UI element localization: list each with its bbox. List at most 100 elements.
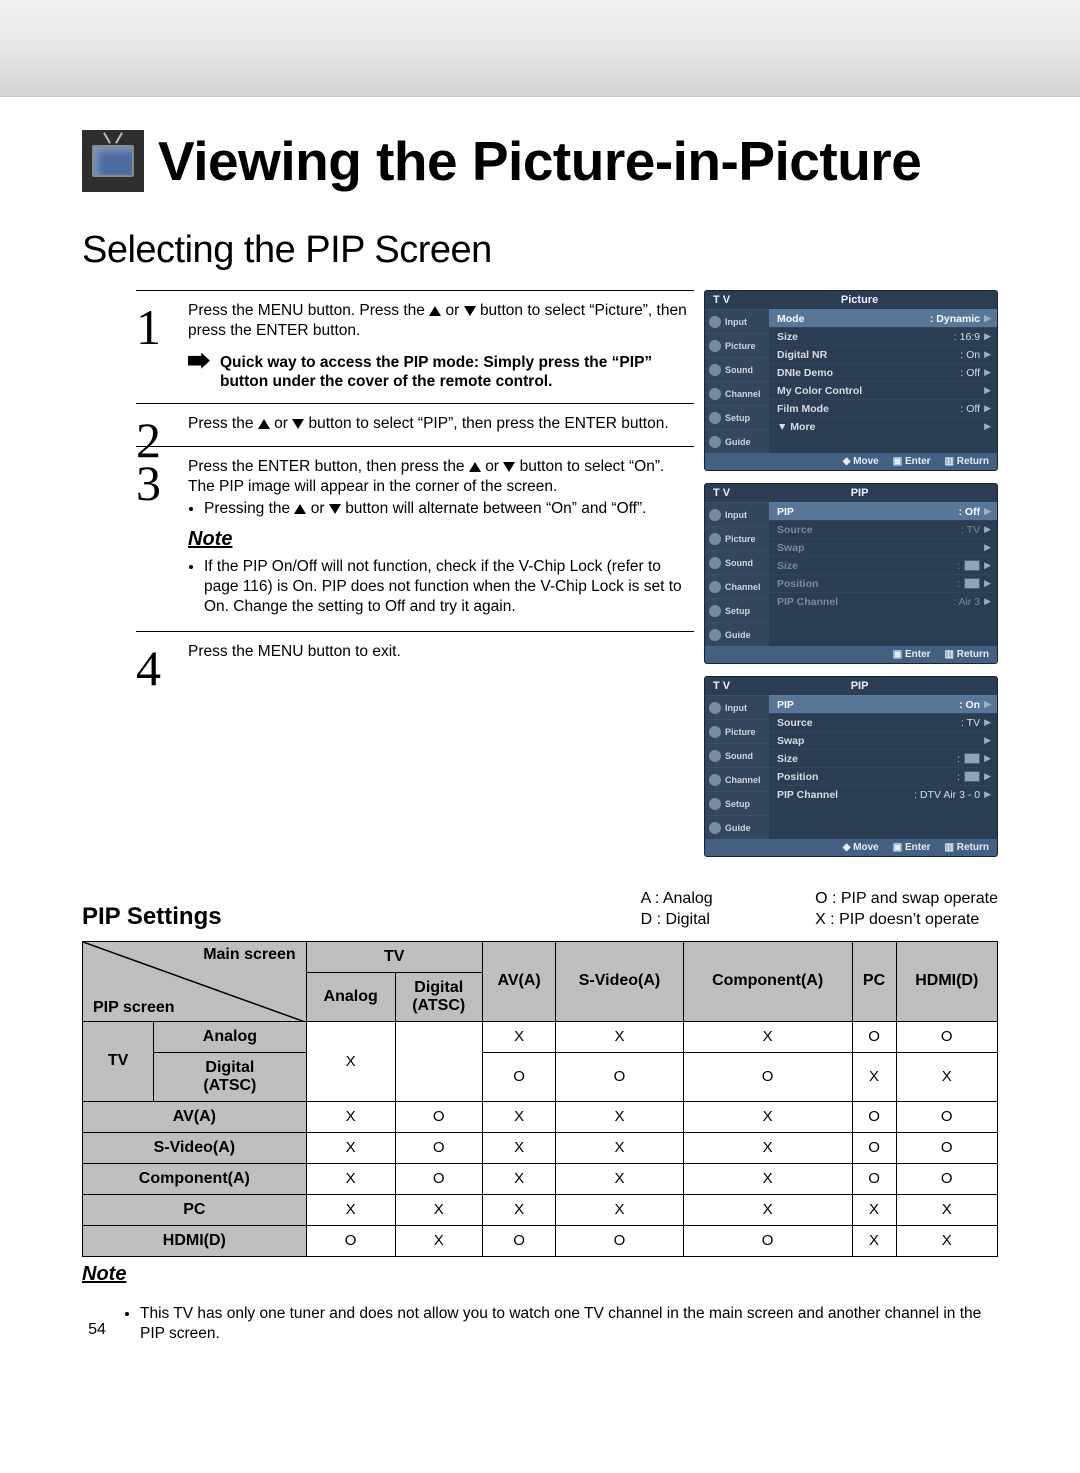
step-text: Press the MENU button. Press the xyxy=(188,302,429,319)
osd-side-item: Setup xyxy=(705,405,769,429)
cell: O xyxy=(306,1225,395,1256)
step-text: or xyxy=(311,500,329,517)
table-corner: Main screen PIP screen xyxy=(83,941,307,1021)
legend-x: X : PIP doesn’t operate xyxy=(815,911,979,928)
cell: O xyxy=(852,1021,896,1052)
osd-return: Return xyxy=(957,456,989,467)
row-analog: Analog xyxy=(154,1021,307,1052)
osd-side-item: Picture xyxy=(705,526,769,550)
cell: X xyxy=(556,1101,683,1132)
osd-row: PIP Channel: Air 3▶ xyxy=(769,592,997,610)
cell: X xyxy=(306,1132,395,1163)
step-text: Press the ENTER button, then press the xyxy=(188,458,469,475)
cell: O xyxy=(852,1132,896,1163)
footnote-label: Note xyxy=(82,1263,126,1286)
col-svideo: S-Video(A) xyxy=(556,941,683,1021)
down-arrow-icon xyxy=(329,504,341,514)
osd-side-item: Channel xyxy=(705,574,769,598)
cell: X xyxy=(482,1021,556,1052)
osd-row: Swap▶ xyxy=(769,538,997,556)
step-2: 2 Press the or button to select “PIP”, t… xyxy=(136,403,694,446)
down-arrow-icon xyxy=(464,306,476,316)
cell: X xyxy=(683,1021,852,1052)
step-text: button to select “PIP”, then press the E… xyxy=(309,415,669,432)
osd-side-item: Picture xyxy=(705,333,769,357)
osd-row: Digital NR: On▶ xyxy=(769,345,997,363)
osd-side-item: Sound xyxy=(705,357,769,381)
cell: O xyxy=(896,1101,997,1132)
cell: X xyxy=(482,1132,556,1163)
cell: X xyxy=(482,1101,556,1132)
osd-row: Position:▶ xyxy=(769,767,997,785)
cell: O xyxy=(896,1163,997,1194)
cell: X xyxy=(556,1194,683,1225)
osd-pip-menu-off: T V PIP InputPictureSoundChannelSetupGui… xyxy=(704,483,998,664)
osd-return: Return xyxy=(957,842,989,853)
osd-side-item: Input xyxy=(705,309,769,333)
up-arrow-icon xyxy=(429,306,441,316)
cell: X xyxy=(896,1225,997,1256)
osd-row: Mode: Dynamic▶ xyxy=(769,309,997,327)
osd-footer: ◆ Move ▣ Enter ▥ Return xyxy=(705,839,997,856)
col-component: Component(A) xyxy=(683,941,852,1021)
metallic-top-band xyxy=(0,0,1080,97)
osd-list: PIP: On▶Source: TV▶Swap▶Size:▶Position:▶… xyxy=(769,695,997,839)
step-text: or xyxy=(274,415,292,432)
row-hdmi: HDMI(D) xyxy=(83,1225,307,1256)
cell: X xyxy=(306,1163,395,1194)
osd-tv-badge: T V xyxy=(713,294,730,306)
hint-arrow-icon xyxy=(188,353,210,369)
cell: X xyxy=(556,1163,683,1194)
cell: X xyxy=(556,1021,683,1052)
osd-sidebar: InputPictureSoundChannelSetupGuide xyxy=(705,309,769,453)
cell: X xyxy=(556,1132,683,1163)
step-number: 1 xyxy=(136,295,161,359)
osd-footer: ▣ Enter ▥ Return xyxy=(705,646,997,663)
osd-row: Size: 16:9▶ xyxy=(769,327,997,345)
cell: O xyxy=(896,1021,997,1052)
cell: O xyxy=(395,1101,482,1132)
cell: X xyxy=(306,1194,395,1225)
hint-text: Quick way to access the PIP mode: Simply… xyxy=(220,353,690,392)
step-number: 3 xyxy=(136,451,161,515)
legend-o: O : PIP and swap operate xyxy=(815,890,998,907)
osd-enter: Enter xyxy=(905,649,931,660)
osd-row: DNIe Demo: Off▶ xyxy=(769,363,997,381)
row-group-tv: TV xyxy=(83,1021,154,1101)
cell: X xyxy=(306,1021,395,1101)
cell: X xyxy=(395,1225,482,1256)
osd-row: ▼ More▶ xyxy=(769,417,997,435)
osd-list: Mode: Dynamic▶Size: 16:9▶Digital NR: On▶… xyxy=(769,309,997,453)
osd-row: Source: TV▶ xyxy=(769,520,997,538)
corner-bottom-label: PIP screen xyxy=(93,999,175,1017)
footnote-text: This TV has only one tuner and does not … xyxy=(140,1304,998,1344)
col-av: AV(A) xyxy=(482,941,556,1021)
up-arrow-icon xyxy=(469,462,481,472)
osd-row: Size:▶ xyxy=(769,556,997,574)
osd-sidebar: InputPictureSoundChannelSetupGuide xyxy=(705,695,769,839)
osd-row: Size:▶ xyxy=(769,749,997,767)
cell: O xyxy=(852,1101,896,1132)
step-text: button will alternate between “On” and “… xyxy=(345,500,646,517)
step3-bullet: Pressing the or button will alternate be… xyxy=(204,499,690,519)
osd-enter: Enter xyxy=(905,456,931,467)
step-text: Pressing the xyxy=(204,500,294,517)
col-pc: PC xyxy=(852,941,896,1021)
cell: X xyxy=(852,1052,896,1101)
osd-row: My Color Control▶ xyxy=(769,381,997,399)
cell: X xyxy=(852,1225,896,1256)
step-text: or xyxy=(485,458,503,475)
cell: O xyxy=(482,1052,556,1101)
legend: A : Analog O : PIP and swap operate D : … xyxy=(641,889,998,931)
osd-row: Position:▶ xyxy=(769,574,997,592)
osd-side-item: Setup xyxy=(705,598,769,622)
cell: O xyxy=(683,1052,852,1101)
osd-list: PIP: Off▶Source: TV▶Swap▶Size:▶Position:… xyxy=(769,502,997,646)
cell: X xyxy=(852,1194,896,1225)
col-analog: Analog xyxy=(306,972,395,1021)
page-number: 54 xyxy=(82,1302,112,1346)
row-av: AV(A) xyxy=(83,1101,307,1132)
section-title-row: Viewing the Picture-in-Picture xyxy=(82,129,998,193)
osd-side-item: Setup xyxy=(705,791,769,815)
osd-title: Picture xyxy=(841,294,878,306)
